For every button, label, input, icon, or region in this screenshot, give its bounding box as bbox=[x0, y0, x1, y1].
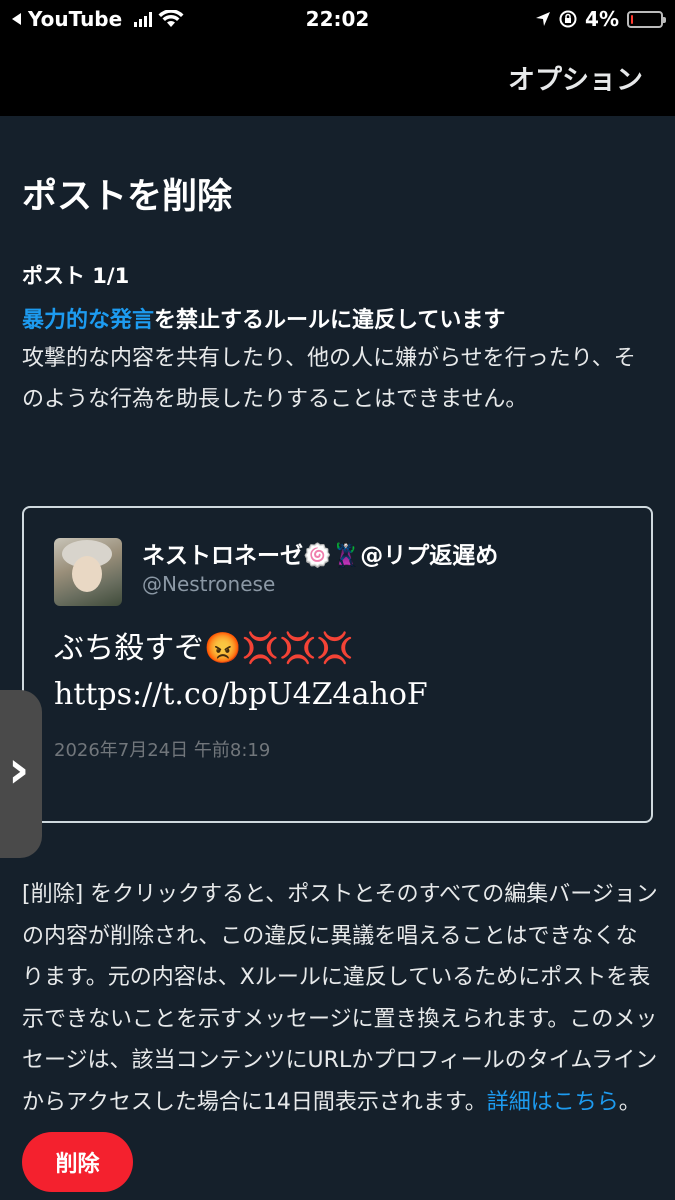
delete-explanation: [削除] をクリックすると、ポストとそのすべての編集バージョンの内容が削除され、… bbox=[22, 874, 658, 1123]
nav-bar: オプション bbox=[0, 38, 675, 116]
rule-violation-heading: 暴力的な発言を禁止するルールに違反しています bbox=[22, 302, 505, 334]
location-icon bbox=[536, 12, 551, 26]
options-button[interactable]: オプション bbox=[508, 58, 643, 97]
orientation-lock-icon bbox=[559, 10, 577, 28]
post-count: ポスト 1/1 bbox=[22, 264, 130, 288]
display-name: ネストロネーゼ🍥🦹@リプ返遅め bbox=[142, 543, 499, 569]
tweet-link[interactable]: https://t.co/bpU4Z4ahoF bbox=[54, 672, 428, 718]
battery-percent: 4% bbox=[585, 7, 619, 31]
page-title: ポストを削除 bbox=[22, 177, 233, 217]
status-bar: YouTube 22:02 4% bbox=[0, 0, 675, 38]
delete-button[interactable]: 削除 bbox=[22, 1132, 133, 1192]
battery-icon bbox=[627, 10, 666, 28]
side-drawer-handle[interactable]: › bbox=[0, 690, 42, 858]
tweet-text-line: ぶち殺すぞ😡💢💢💢 bbox=[54, 631, 354, 666]
user-handle: @Nestronese bbox=[142, 572, 276, 596]
chevron-right-icon: › bbox=[8, 740, 30, 800]
avatar[interactable] bbox=[54, 538, 122, 606]
learn-more-link[interactable]: 詳細はこちら bbox=[487, 1090, 619, 1115]
explanation-trailing: 。 bbox=[618, 1089, 641, 1115]
explanation-text: [削除] をクリックすると、ポストとそのすべての編集バージョンの内容が削除され、… bbox=[22, 882, 658, 1115]
tweet-card: ネストロネーゼ🍥🦹@リプ返遅め @Nestronese ぶち殺すぞ😡💢💢💢 ht… bbox=[22, 506, 653, 823]
tweet-text: ぶち殺すぞ😡💢💢💢 https://t.co/bpU4Z4ahoF bbox=[54, 626, 428, 718]
rule-heading-text: を禁止するルールに違反しています bbox=[154, 308, 506, 333]
rule-description: 攻撃的な内容を共有したり、他の人に嫌がらせを行ったり、そのような行為を助長したり… bbox=[22, 346, 636, 412]
rule-link[interactable]: 暴力的な発言 bbox=[22, 308, 154, 333]
tweet-timestamp: 2026年7月24日 午前8:19 bbox=[54, 740, 271, 761]
